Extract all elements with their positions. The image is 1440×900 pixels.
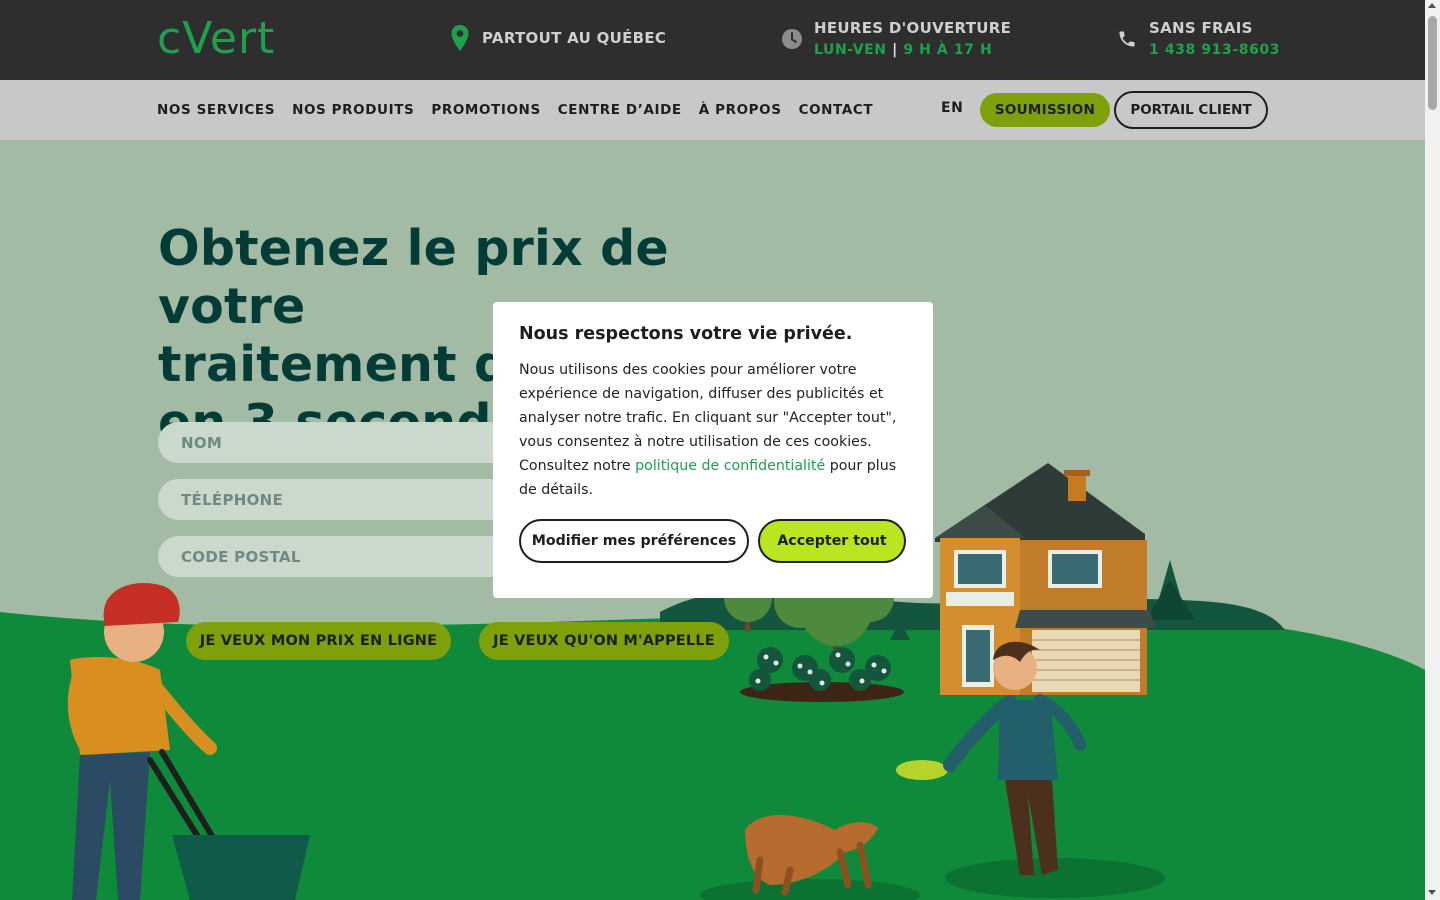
hours-time: 9 H À 17 H: [903, 42, 993, 58]
nav-item-contact[interactable]: CONTACT: [799, 102, 874, 118]
scroll-up-arrow-icon[interactable]: [1428, 3, 1436, 8]
language-toggle[interactable]: EN: [941, 100, 963, 116]
nav-item-a-propos[interactable]: À PROPOS: [699, 102, 782, 118]
cookie-dialog-text: Nous utilisons des cookies pour améliore…: [519, 358, 907, 502]
scrollbar[interactable]: [1425, 0, 1440, 900]
top-bar: cVert PARTOUT AU QUÉBEC HEURES D'OUVERTU…: [0, 0, 1425, 80]
portail-client-button[interactable]: PORTAIL CLIENT: [1114, 91, 1268, 129]
clock-icon: [780, 27, 804, 51]
location-label: PARTOUT AU QUÉBEC: [482, 29, 667, 47]
scroll-down-arrow-icon[interactable]: [1428, 890, 1436, 895]
nav-links: NOS SERVICES NOS PRODUITS PROMOTIONS CEN…: [157, 80, 873, 140]
modify-preferences-button[interactable]: Modifier mes préférences: [519, 519, 749, 563]
phone-title: SANS FRAIS: [1149, 19, 1253, 37]
nav-item-promotions[interactable]: PROMOTIONS: [431, 102, 540, 118]
scrollbar-thumb[interactable]: [1428, 16, 1437, 110]
logo[interactable]: cVert: [157, 14, 275, 64]
call-me-button[interactable]: JE VEUX QU'ON M'APPELLE: [479, 622, 729, 660]
cookie-consent-dialog: Nous respectons votre vie privée. Nous u…: [493, 302, 933, 598]
phone-icon: [1115, 27, 1139, 51]
nav-item-centre-aide[interactable]: CENTRE D’AIDE: [558, 102, 682, 118]
cookie-dialog-title: Nous respectons votre vie privée.: [519, 324, 853, 344]
nav-item-produits[interactable]: NOS PRODUITS: [292, 102, 414, 118]
hours-separator: |: [892, 42, 898, 58]
nav-item-services[interactable]: NOS SERVICES: [157, 102, 275, 118]
location-info: PARTOUT AU QUÉBEC: [448, 25, 667, 51]
phone-number[interactable]: 1 438 913-8603: [1149, 39, 1280, 61]
hours-title: HEURES D'OUVERTURE: [814, 19, 1012, 37]
phone-info: SANS FRAIS 1 438 913-8603: [1115, 17, 1280, 61]
accept-all-button[interactable]: Accepter tout: [758, 519, 906, 563]
price-online-button[interactable]: JE VEUX MON PRIX EN LIGNE: [186, 622, 451, 660]
hours-days: LUN-VEN: [814, 42, 887, 58]
soumission-button[interactable]: SOUMISSION: [980, 93, 1110, 127]
privacy-policy-link[interactable]: politique de confidentialité: [635, 458, 825, 474]
map-pin-icon: [448, 25, 472, 51]
hours-info: HEURES D'OUVERTURE LUN-VEN | 9 H À 17 H: [780, 17, 1011, 61]
